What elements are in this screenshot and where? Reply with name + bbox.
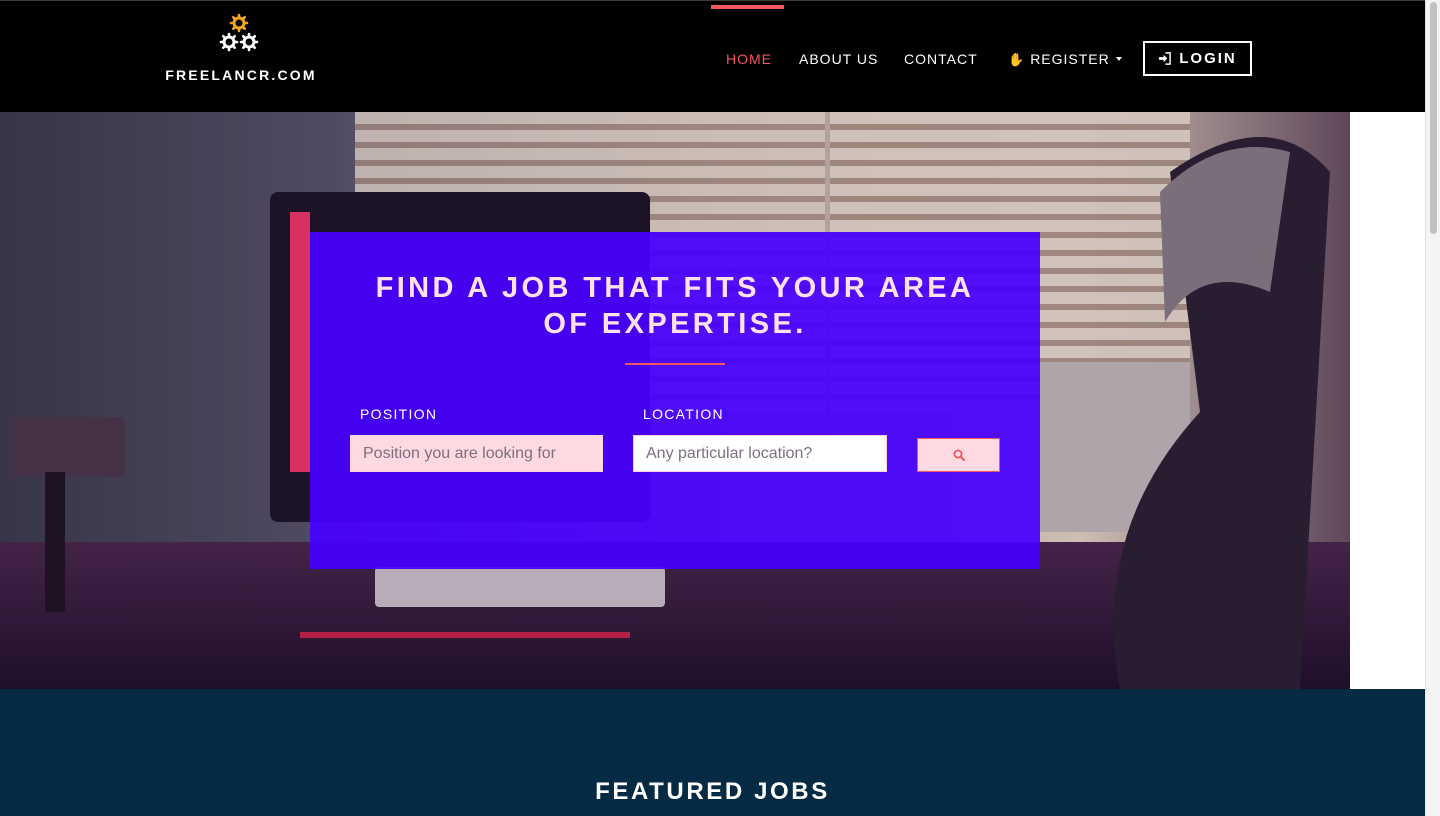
login-button[interactable]: LOGIN [1143,41,1252,76]
login-label: LOGIN [1179,50,1237,67]
search-icon [953,449,965,461]
featured-jobs-heading: FEATURED JOBS [595,778,830,805]
nav-contact[interactable]: CONTACT [904,49,978,69]
nav-register-label: REGISTER [1030,51,1110,67]
top-navbar: FREELANCR.COM HOME ABOUT US CONTACT ✋ REG… [0,0,1425,112]
nav-register-dropdown[interactable]: ✋ REGISTER [1008,49,1122,69]
hero-title: FIND A JOB THAT FITS YOUR AREA OF EXPERT… [375,272,975,340]
location-label: LOCATION [643,406,724,422]
scrollbar-thumb[interactable] [1430,2,1437,234]
featured-jobs-section: FEATURED JOBS [0,689,1425,816]
sign-in-icon [1159,52,1172,65]
nav-home[interactable]: HOME [726,49,772,69]
caret-down-icon [1115,57,1122,62]
main-nav: HOME ABOUT US CONTACT ✋ REGISTER LOGIN [0,1,1425,113]
position-label: POSITION [360,406,438,422]
page-scrollbar[interactable] [1425,0,1440,816]
hand-icon: ✋ [1008,52,1026,67]
title-divider [625,363,725,365]
page-gutter [1350,112,1425,689]
position-input[interactable] [350,435,603,472]
active-nav-indicator [711,5,784,9]
search-button[interactable] [917,438,1000,472]
job-search-panel: FIND A JOB THAT FITS YOUR AREA OF EXPERT… [310,232,1040,569]
location-input[interactable] [633,435,887,472]
hero-section: FIND A JOB THAT FITS YOUR AREA OF EXPERT… [0,112,1350,689]
nav-about-us[interactable]: ABOUT US [799,49,878,69]
